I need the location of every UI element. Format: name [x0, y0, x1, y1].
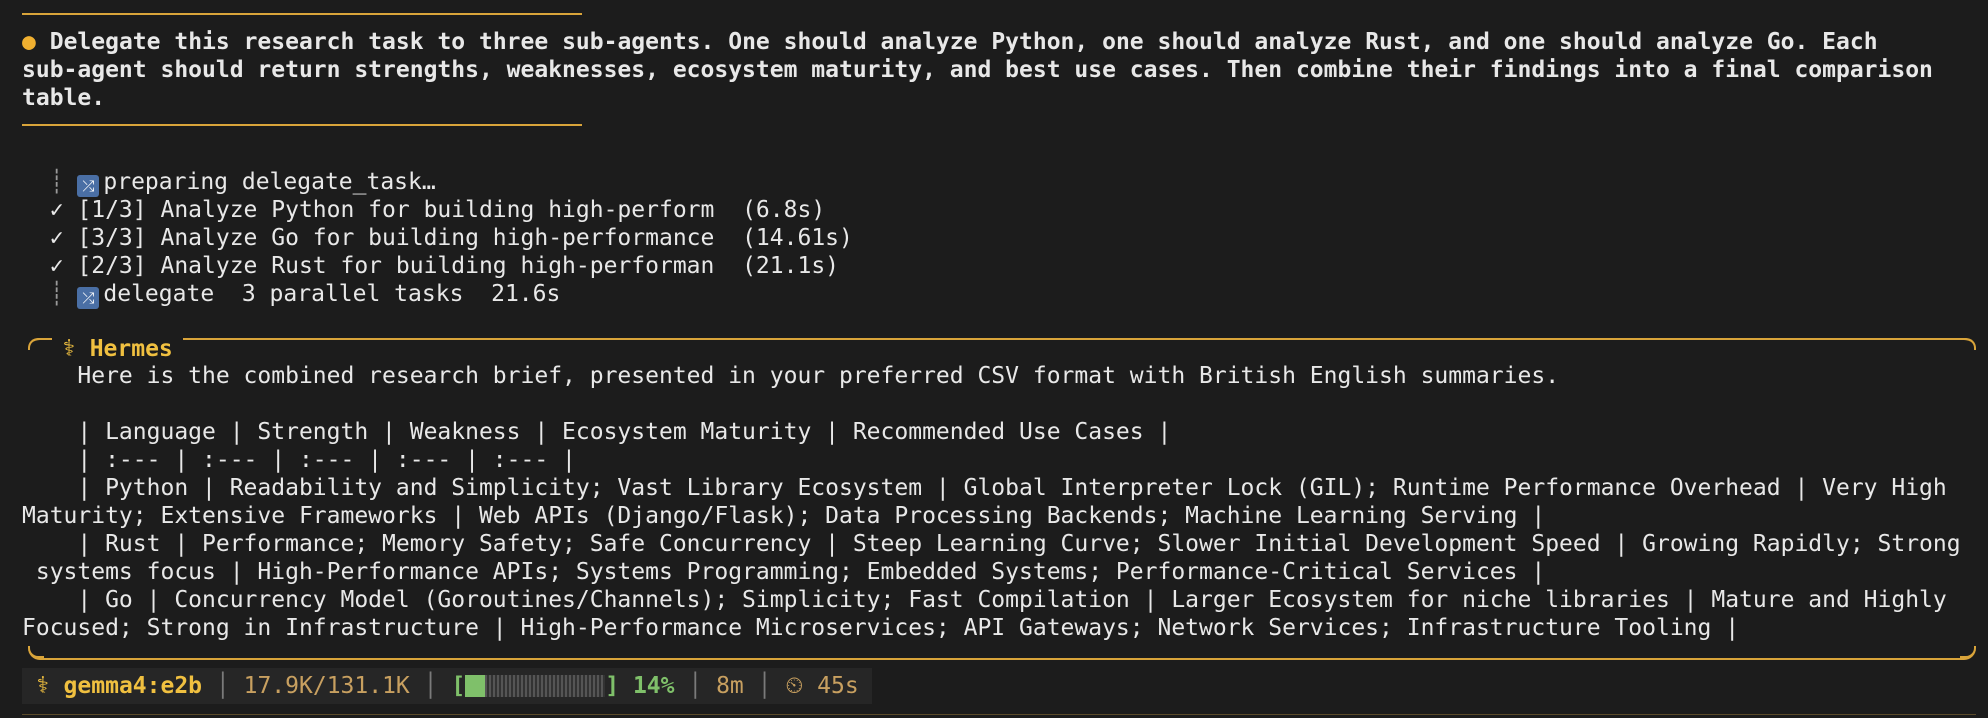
progress-bracket-close: ]	[605, 673, 620, 699]
task-label: [3/3] Analyze Go for building high-perfo…	[77, 225, 715, 251]
elapsed-time: 8m	[716, 673, 744, 699]
status-divider: │	[423, 673, 438, 699]
tool-preparing-line: ┊ ⤮ preparing delegate_task…	[22, 169, 436, 197]
agent-name: ⚕ Hermes	[52, 335, 183, 363]
progress-bracket-open: [	[451, 673, 466, 699]
response-table-line: Maturity; Extensive Frameworks | Web API…	[22, 503, 1546, 529]
status-bottom-rule	[22, 714, 1976, 715]
tool-summary-line: ┊ ⤮ delegate 3 parallel tasks 21.6s	[22, 281, 561, 309]
task-time: (14.61s)	[742, 225, 853, 251]
task-label: [1/3] Analyze Python for building high-p…	[77, 197, 715, 223]
task-time: (6.8s)	[742, 197, 826, 223]
bullet-dot-icon: ●	[22, 29, 36, 55]
terminal: ● Delegate this research task to three s…	[0, 0, 1988, 718]
status-divider: │	[215, 673, 230, 699]
token-count: 17.9K/131.1K	[243, 673, 410, 699]
context-percent: 14%	[632, 673, 675, 699]
shuffle-icon: ⤮	[77, 175, 100, 197]
response-table-line: | Language | Strength | Weakness | Ecosy…	[22, 419, 1172, 445]
tool-summary-text: delegate 3 parallel tasks 21.6s	[103, 281, 561, 307]
panel-corner-left	[28, 338, 44, 350]
status-divider: │	[757, 673, 772, 699]
prompt-bottom-rule	[22, 124, 582, 126]
status-divider: │	[688, 673, 703, 699]
tool-preparing-text: preparing delegate_task…	[103, 169, 436, 195]
model-name: ⚕ gemma4:e2b	[35, 673, 203, 699]
user-prompt-line-1: ● Delegate this research task to three s…	[22, 28, 1878, 56]
check-icon: ✓	[22, 253, 78, 279]
task-line: ✓ [3/3] Analyze Go for building high-per…	[22, 224, 853, 252]
context-progress-bar	[465, 675, 606, 697]
task-line: ✓ [2/3] Analyze Rust for building high-p…	[22, 252, 839, 280]
response-intro: Here is the combined research brief, pre…	[22, 362, 1559, 390]
task-line: ✓ [1/3] Analyze Python for building high…	[22, 196, 825, 224]
user-prompt-line-3: table.	[22, 85, 106, 111]
response-table-line: systems focus | High-Performance APIs; S…	[22, 559, 1546, 585]
prompt-text: Delegate this research task to three sub…	[49, 29, 1878, 55]
panel-corner-bottom-right	[1960, 646, 1976, 658]
check-icon: ✓	[22, 197, 78, 223]
shuffle-icon: ⤮	[77, 287, 100, 309]
check-icon: ✓	[22, 225, 78, 251]
timer: ⏲ 45s	[785, 673, 859, 699]
response-table-line: | :--- | :--- | :--- | :--- | :--- |	[22, 447, 576, 473]
task-time: (21.1s)	[742, 253, 840, 279]
prompt-top-rule	[22, 13, 582, 15]
response-table-line: | Go | Concurrency Model (Goroutines/Cha…	[22, 587, 1947, 613]
response-table-line: | Rust | Performance; Memory Safety; Saf…	[22, 531, 1961, 557]
progress-fill	[465, 675, 485, 697]
panel-corner-right	[1960, 338, 1976, 350]
response-table-line: | Python | Readability and Simplicity; V…	[22, 475, 1947, 501]
task-label: [2/3] Analyze Rust for building high-per…	[77, 253, 715, 279]
response-table-line: Focused; Strong in Infrastructure | High…	[22, 615, 1740, 641]
user-prompt-line-2: sub-agent should return strengths, weakn…	[22, 57, 1933, 83]
response-intro-text: Here is the combined research brief, pre…	[77, 363, 1560, 389]
status-bar: ⚕ gemma4:e2b │ 17.9K/131.1K │ [] 14% │ 8…	[22, 668, 872, 704]
